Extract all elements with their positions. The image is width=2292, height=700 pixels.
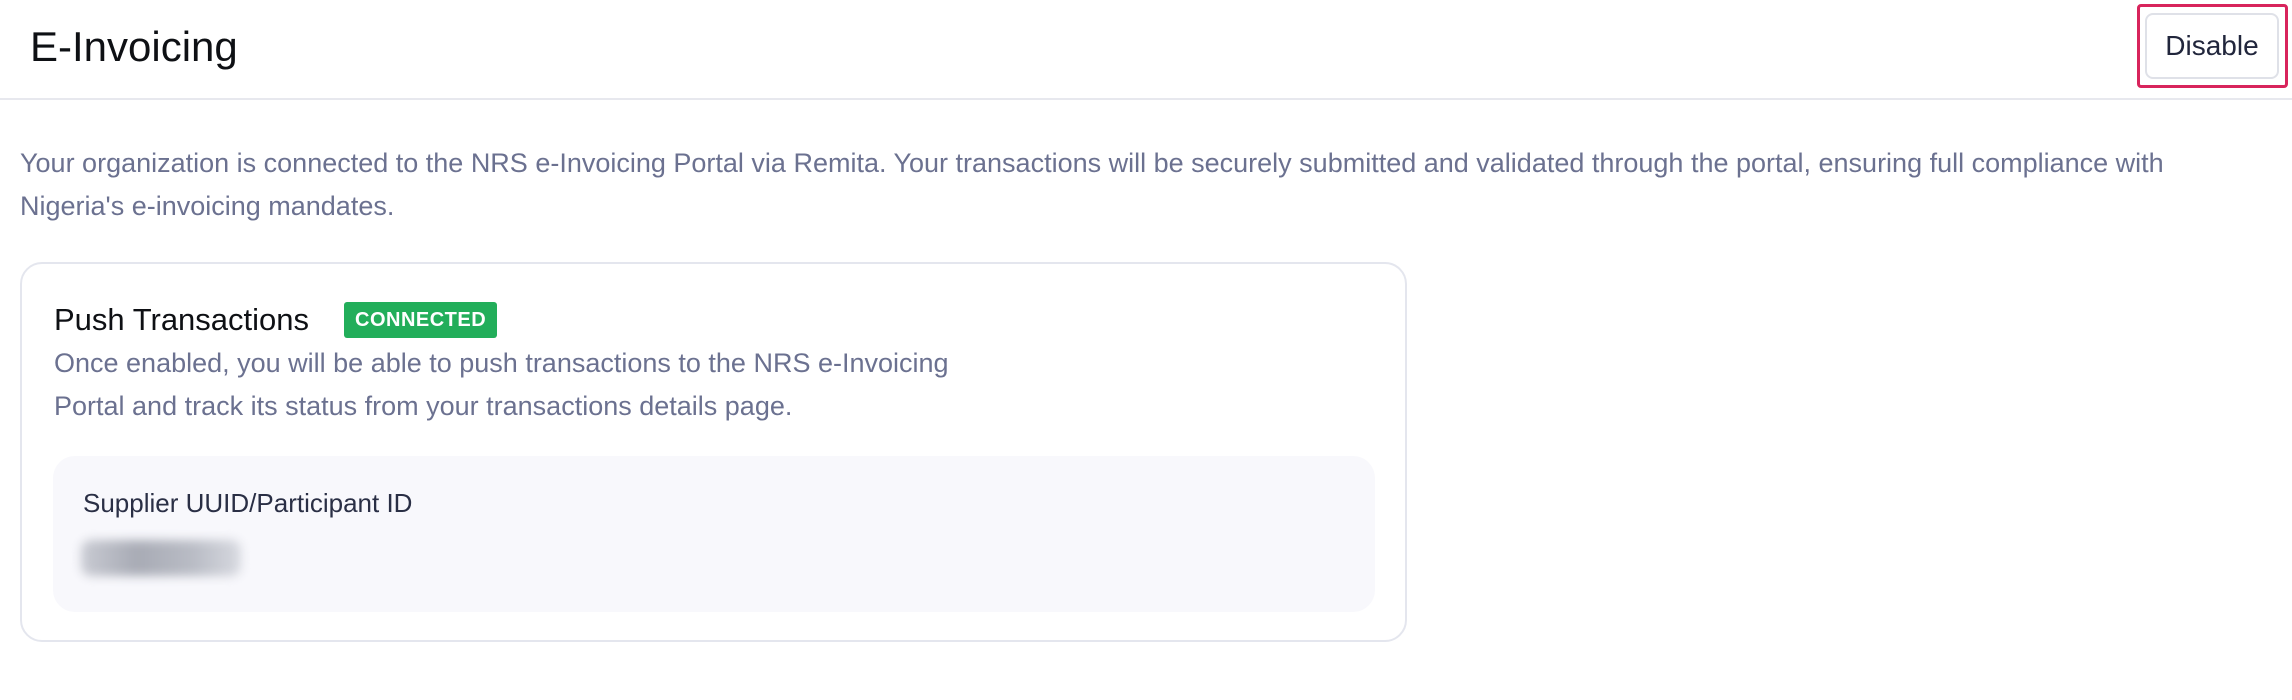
supplier-id-label: Supplier UUID/Participant ID — [83, 488, 413, 518]
supplier-id-field: Supplier UUID/Participant ID — [53, 456, 1375, 612]
status-badge: CONNECTED — [344, 302, 498, 338]
page-header: E-Invoicing Disable — [0, 0, 2292, 100]
card-description: Once enabled, you will be able to push t… — [54, 342, 1054, 428]
supplier-id-value-redacted — [81, 540, 241, 576]
card-description-line-1: Once enabled, you will be able to push t… — [54, 348, 949, 378]
connection-description: Your organization is connected to the NR… — [20, 148, 2164, 221]
card-description-line-2: Portal and track its status from your tr… — [54, 391, 793, 421]
card-title: Push Transactions — [54, 302, 310, 337]
push-transactions-card: Push Transactions CONNECTED Once enabled… — [20, 262, 1407, 642]
disable-button[interactable]: Disable — [2145, 13, 2279, 79]
page-title: E-Invoicing — [30, 23, 238, 70]
